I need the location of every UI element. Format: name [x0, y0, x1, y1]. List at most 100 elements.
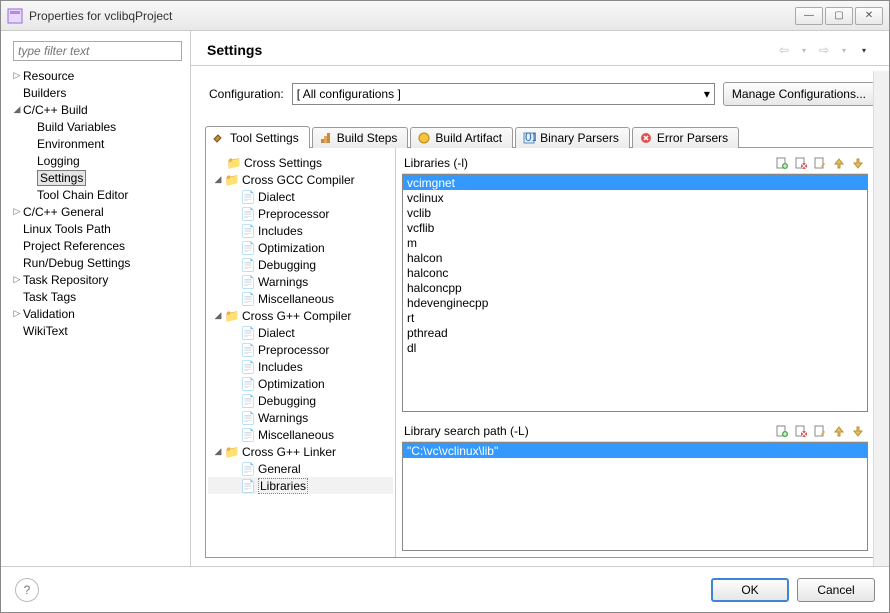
- tool-gcc-dialect[interactable]: 📄Dialect: [208, 188, 393, 205]
- tree-item-toolchain[interactable]: Tool Chain Editor: [9, 186, 190, 203]
- tool-gpp-dialect[interactable]: 📄Dialect: [208, 324, 393, 341]
- edit-button[interactable]: [812, 155, 828, 171]
- window-controls: — ▢ ✕: [795, 7, 883, 25]
- libraries-group: Libraries (-l) vcimgnetvclinuxvclibvcfli…: [402, 154, 868, 412]
- expand-icon: ▷: [11, 308, 23, 319]
- tool-gcc-compiler[interactable]: ◢📁Cross GCC Compiler: [208, 171, 393, 188]
- down-button[interactable]: [850, 423, 866, 439]
- dialog-footer: ? OK Cancel: [1, 566, 889, 612]
- list-item[interactable]: vclinux: [403, 190, 867, 205]
- back-menu[interactable]: ▾: [795, 41, 813, 59]
- minimize-button[interactable]: —: [795, 7, 823, 25]
- tree-item-builders[interactable]: Builders: [9, 84, 190, 101]
- tree-item-projrefs[interactable]: Project References: [9, 237, 190, 254]
- tool-gpp-optimization[interactable]: 📄Optimization: [208, 375, 393, 392]
- forward-menu[interactable]: ▾: [835, 41, 853, 59]
- tab-build-artifact[interactable]: Build Artifact: [410, 127, 513, 148]
- folder-icon: 📁: [226, 157, 242, 169]
- tree-item-environment[interactable]: Environment: [9, 135, 190, 152]
- tree-item-rundebug[interactable]: Run/Debug Settings: [9, 254, 190, 271]
- configuration-row: Configuration: [ All configurations ] ▾ …: [191, 66, 889, 122]
- tool-gpp-includes[interactable]: 📄Includes: [208, 358, 393, 375]
- tool-gcc-debugging[interactable]: 📄Debugging: [208, 256, 393, 273]
- tool-gpp-preprocessor[interactable]: 📄Preprocessor: [208, 341, 393, 358]
- steps-icon: [319, 131, 333, 145]
- tool-gpp-misc[interactable]: 📄Miscellaneous: [208, 426, 393, 443]
- list-item[interactable]: vcflib: [403, 220, 867, 235]
- edit-button[interactable]: [812, 423, 828, 439]
- list-item[interactable]: hdevenginecpp: [403, 295, 867, 310]
- tree-item-tasktags[interactable]: Task Tags: [9, 288, 190, 305]
- properties-dialog: Properties for vclibqProject — ▢ ✕ ▷Reso…: [0, 0, 890, 613]
- list-item[interactable]: rt: [403, 310, 867, 325]
- manage-configurations-button[interactable]: Manage Configurations...: [723, 82, 875, 106]
- add-button[interactable]: [774, 155, 790, 171]
- up-button[interactable]: [831, 155, 847, 171]
- list-item[interactable]: pthread: [403, 325, 867, 340]
- tree-item-ccbuild[interactable]: ◢C/C++ Build: [9, 101, 190, 118]
- libraries-list[interactable]: vcimgnetvclinuxvclibvcflibmhalconhalconc…: [402, 174, 868, 412]
- view-menu[interactable]: ▾: [855, 41, 873, 59]
- page-icon: 📄: [240, 293, 256, 305]
- tree-item-resource[interactable]: ▷Resource: [9, 67, 190, 84]
- tree-item-buildvars[interactable]: Build Variables: [9, 118, 190, 135]
- page-icon: 📄: [240, 276, 256, 288]
- tree-item-ccgeneral[interactable]: ▷C/C++ General: [9, 203, 190, 220]
- page-icon: 📄: [240, 327, 256, 339]
- tool-gcc-warnings[interactable]: 📄Warnings: [208, 273, 393, 290]
- delete-button[interactable]: [793, 155, 809, 171]
- forward-button[interactable]: ⇨: [815, 41, 833, 59]
- tree-item-wikitext[interactable]: WikiText: [9, 322, 190, 339]
- help-button[interactable]: ?: [15, 578, 39, 602]
- tool-gpp-compiler[interactable]: ◢📁Cross G++ Compiler: [208, 307, 393, 324]
- tool-gcc-preprocessor[interactable]: 📄Preprocessor: [208, 205, 393, 222]
- tool-gpp-warnings[interactable]: 📄Warnings: [208, 409, 393, 426]
- tool-gcc-includes[interactable]: 📄Includes: [208, 222, 393, 239]
- back-button[interactable]: ⇦: [775, 41, 793, 59]
- list-item[interactable]: "C:\vc\vclinux\lib": [403, 443, 867, 458]
- list-item[interactable]: m: [403, 235, 867, 250]
- tool-cross-settings[interactable]: 📁Cross Settings: [208, 154, 393, 171]
- tool-linker-general[interactable]: 📄General: [208, 460, 393, 477]
- configuration-select[interactable]: [ All configurations ] ▾: [292, 83, 715, 105]
- tree-item-logging[interactable]: Logging: [9, 152, 190, 169]
- maximize-button[interactable]: ▢: [825, 7, 853, 25]
- delete-button[interactable]: [793, 423, 809, 439]
- chevron-down-icon: ▾: [704, 87, 710, 101]
- tree-item-linuxtools[interactable]: Linux Tools Path: [9, 220, 190, 237]
- up-button[interactable]: [831, 423, 847, 439]
- tool-gcc-misc[interactable]: 📄Miscellaneous: [208, 290, 393, 307]
- collapse-icon: ◢: [212, 174, 224, 185]
- tool-gpp-linker[interactable]: ◢📁Cross G++ Linker: [208, 443, 393, 460]
- list-item[interactable]: dl: [403, 340, 867, 355]
- list-item[interactable]: halcon: [403, 250, 867, 265]
- list-item[interactable]: vcimgnet: [403, 175, 867, 190]
- search-path-list[interactable]: "C:\vc\vclinux\lib": [402, 442, 868, 551]
- tab-binary-parsers[interactable]: 010 Binary Parsers: [515, 127, 630, 148]
- tree-item-settings[interactable]: Settings: [9, 169, 190, 186]
- add-button[interactable]: [774, 423, 790, 439]
- tab-build-steps[interactable]: Build Steps: [312, 127, 409, 148]
- close-button[interactable]: ✕: [855, 7, 883, 25]
- tree-item-validation[interactable]: ▷Validation: [9, 305, 190, 322]
- tool-gpp-debugging[interactable]: 📄Debugging: [208, 392, 393, 409]
- tab-tool-settings[interactable]: Tool Settings: [205, 126, 310, 148]
- tree-item-taskrepo[interactable]: ▷Task Repository: [9, 271, 190, 288]
- page-icon: 📄: [240, 378, 256, 390]
- filter-input[interactable]: [13, 41, 182, 61]
- tab-error-parsers[interactable]: Error Parsers: [632, 127, 739, 148]
- tool-gcc-optimization[interactable]: 📄Optimization: [208, 239, 393, 256]
- vertical-scrollbar[interactable]: [873, 71, 889, 566]
- tool-linker-libraries[interactable]: 📄Libraries: [208, 477, 393, 494]
- page-icon: 📄: [240, 429, 256, 441]
- app-icon: [7, 8, 23, 24]
- list-item[interactable]: halconc: [403, 265, 867, 280]
- expand-icon: ▷: [11, 274, 23, 285]
- collapse-icon: ◢: [11, 104, 23, 115]
- cancel-button[interactable]: Cancel: [797, 578, 875, 602]
- search-path-group: Library search path (-L) "C:\vc\vclinux\…: [402, 422, 868, 551]
- down-button[interactable]: [850, 155, 866, 171]
- list-item[interactable]: vclib: [403, 205, 867, 220]
- list-item[interactable]: halconcpp: [403, 280, 867, 295]
- ok-button[interactable]: OK: [711, 578, 789, 602]
